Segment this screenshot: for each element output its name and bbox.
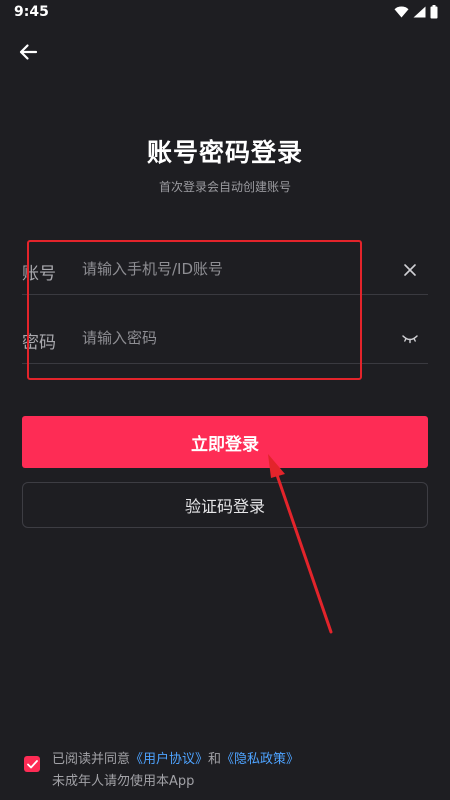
wifi-icon <box>394 6 409 18</box>
account-input[interactable] <box>82 256 382 282</box>
agreement-text: 已阅读并同意《用户协议》和《隐私政策》 <box>52 748 299 767</box>
user-agreement-link[interactable]: 《用户协议》 <box>130 752 208 767</box>
login-button[interactable]: 立即登录 <box>22 416 428 468</box>
cellular-signal-icon <box>413 6 426 18</box>
eye-closed-icon <box>402 335 418 344</box>
password-field-row: 密码 <box>22 315 428 364</box>
close-icon <box>404 264 416 276</box>
code-login-button[interactable]: 验证码登录 <box>22 482 428 528</box>
clear-button[interactable] <box>398 258 422 282</box>
agreement-conjunction: 和 <box>208 752 222 767</box>
battery-icon <box>430 5 438 19</box>
password-input[interactable] <box>82 325 382 351</box>
account-field-row: 账号 <box>22 246 428 295</box>
account-label: 账号 <box>22 264 56 284</box>
annotation-arrow <box>268 454 333 634</box>
page-subtitle: 首次登录会自动创建账号 <box>158 180 291 194</box>
password-label: 密码 <box>22 333 56 353</box>
checkmark-icon <box>26 759 38 768</box>
agree-checkbox[interactable] <box>24 756 40 772</box>
password-visibility-toggle[interactable] <box>398 327 422 351</box>
page-title: 账号密码登录 <box>146 138 303 167</box>
status-icons <box>394 5 438 19</box>
privacy-policy-link[interactable]: 《隐私政策》 <box>221 752 299 767</box>
status-time: 9:45 <box>14 4 49 20</box>
back-button[interactable] <box>14 38 42 66</box>
arrow-left-icon <box>19 44 38 60</box>
agreement-prefix: 已阅读并同意 <box>52 752 131 767</box>
minor-notice: 未成年人请勿使用本App <box>52 774 195 789</box>
status-bar: 9:45 <box>0 0 450 26</box>
